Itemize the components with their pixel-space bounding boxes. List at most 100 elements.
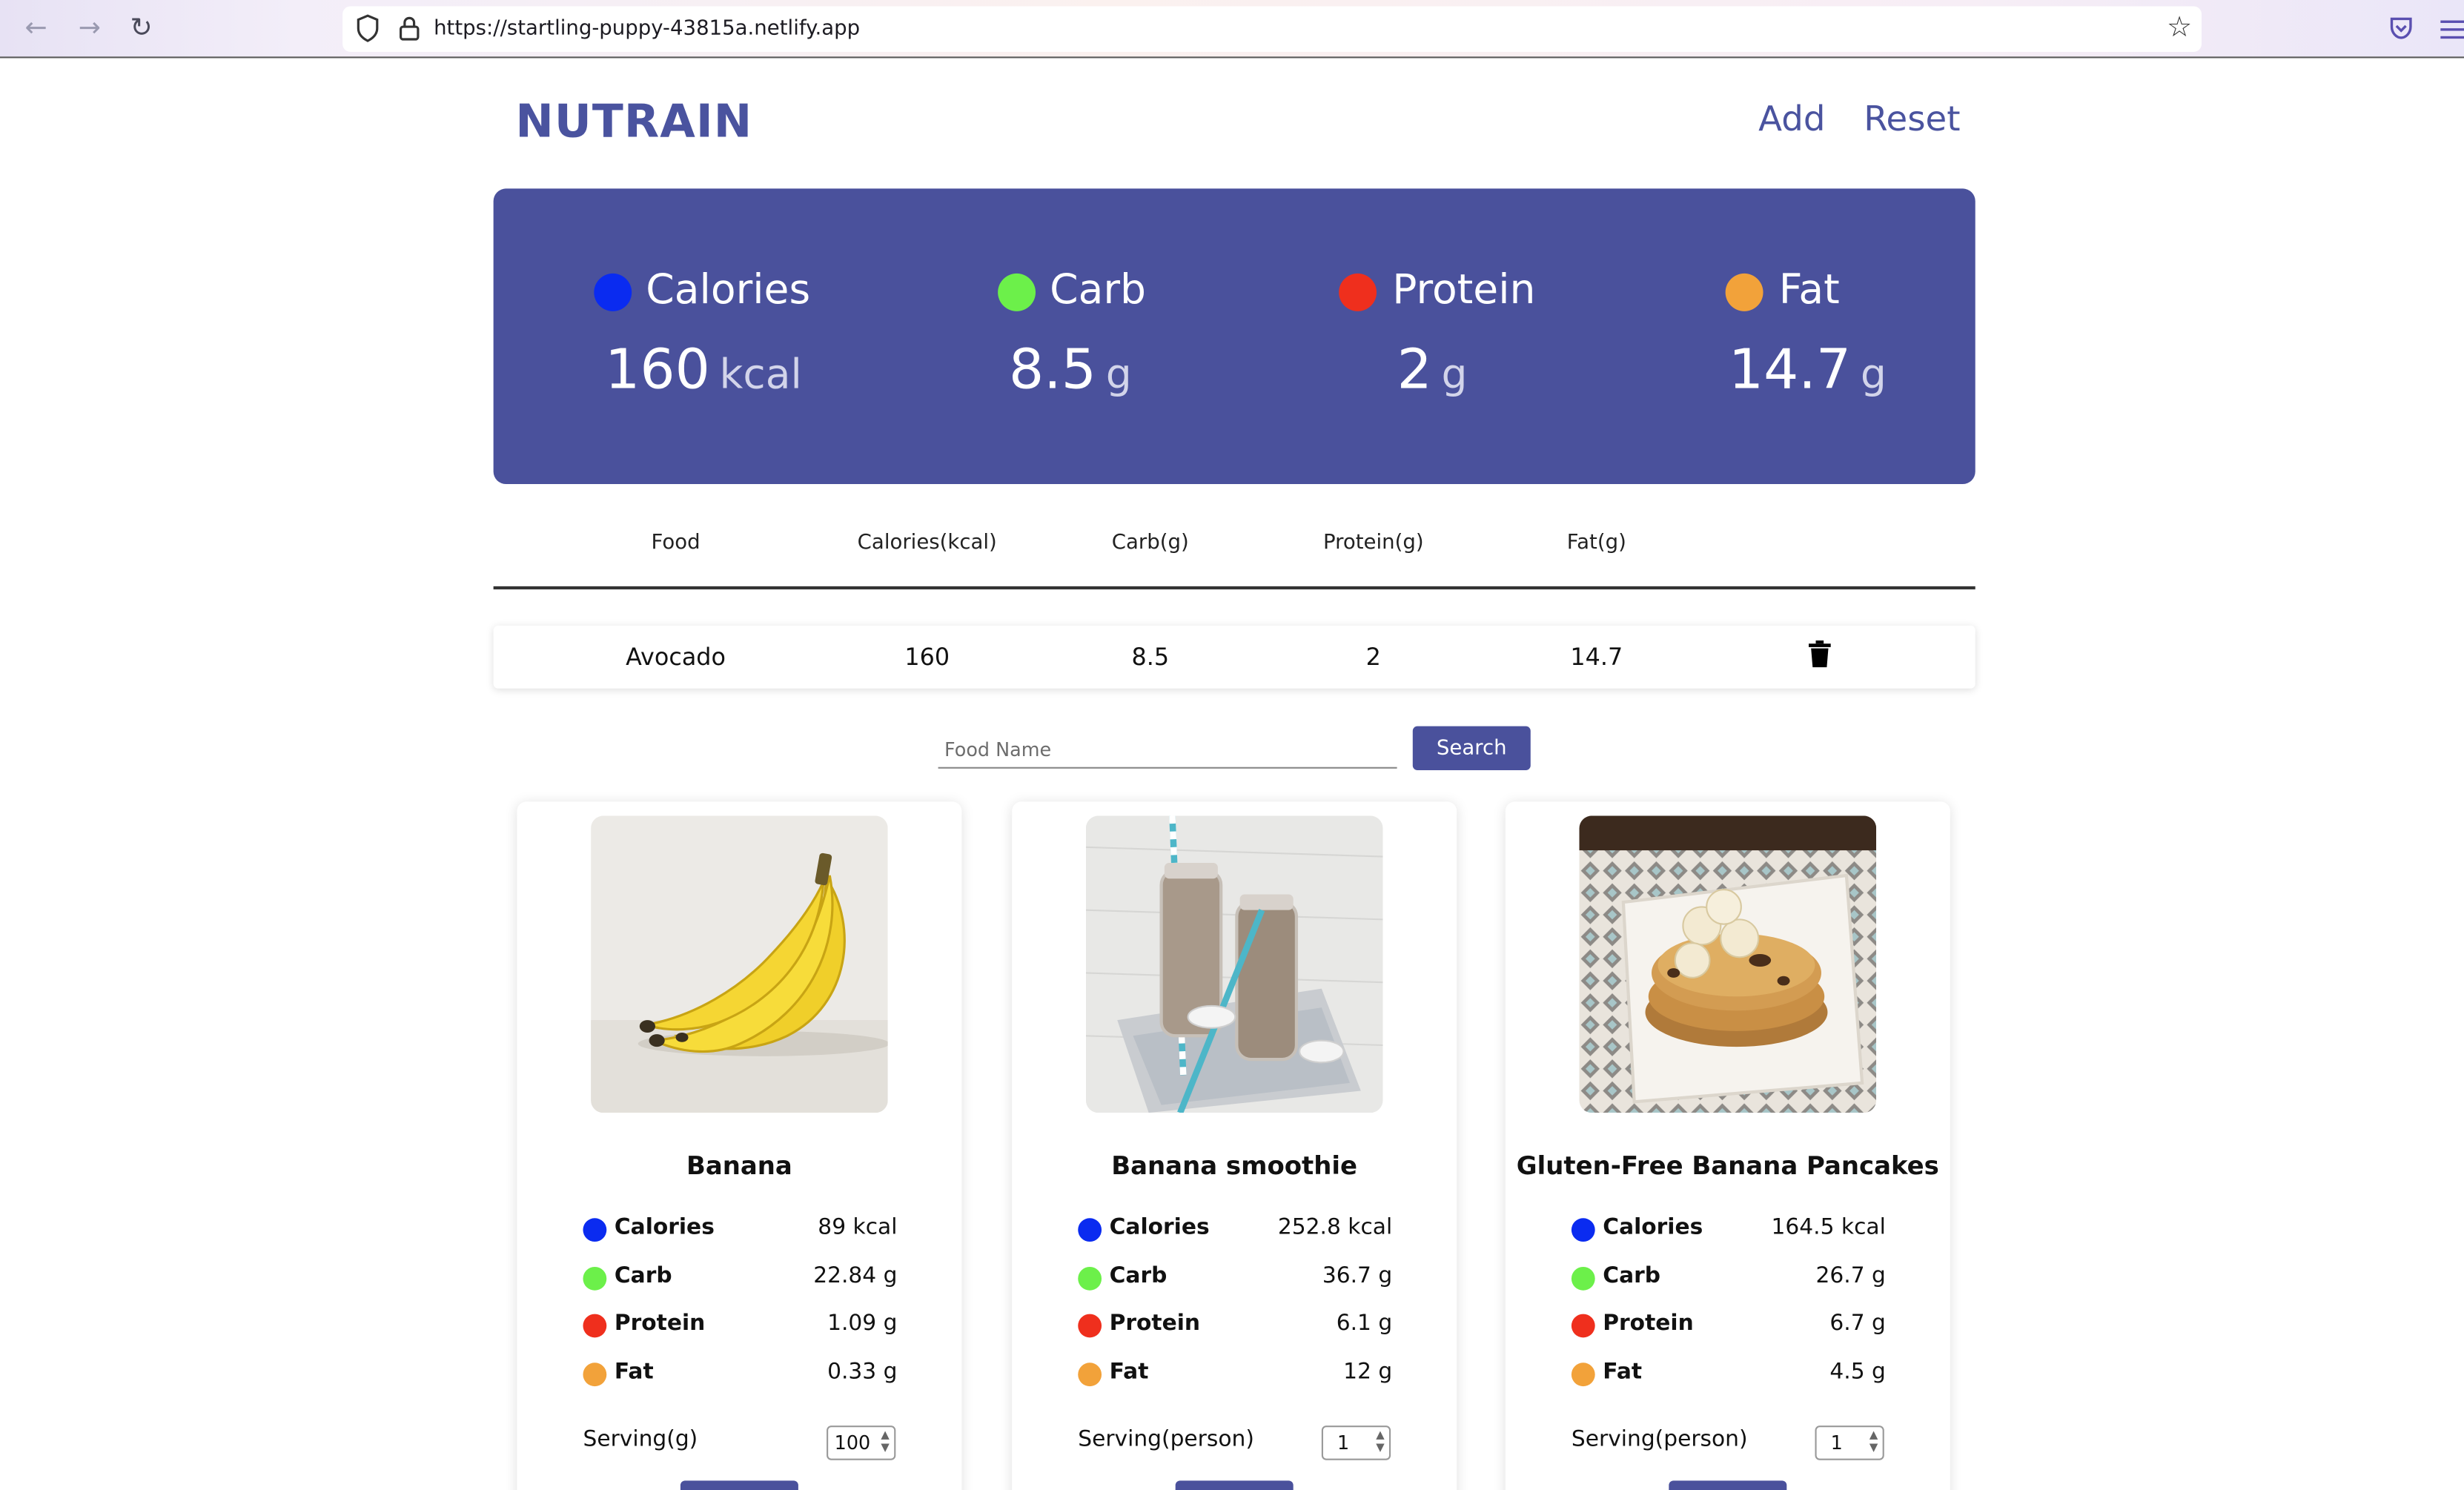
carb-dot-icon xyxy=(1078,1266,1102,1291)
add-food-button[interactable] xyxy=(1669,1480,1787,1490)
serving-value[interactable]: 100 xyxy=(835,1432,871,1454)
nutrient-label: Calories xyxy=(1603,1214,1703,1240)
food-image-smoothie xyxy=(1085,815,1383,1113)
cell-protein: 2 xyxy=(1365,643,1381,672)
page: ← → ↻ https://startling-puppy-43815a.net… xyxy=(0,0,2464,1490)
add-food-button[interactable] xyxy=(1175,1480,1294,1490)
summary-number: 14.7 xyxy=(1728,339,1852,403)
nutrient-row-carb: Carb 26.7 g xyxy=(1571,1262,1886,1294)
back-arrow-icon[interactable]: ← xyxy=(21,13,52,44)
brand-logo[interactable]: NUTRAIN xyxy=(515,94,752,148)
summary-label: Calories xyxy=(646,267,811,315)
add-food-button[interactable] xyxy=(680,1480,798,1490)
calories-dot-icon xyxy=(583,1218,607,1242)
nutrient-label: Fat xyxy=(1109,1360,1149,1385)
nutrient-row-calories: Calories 164.5 kcal xyxy=(1571,1213,1886,1245)
bookmark-star-icon[interactable]: ☆ xyxy=(2167,11,2192,44)
cell-calories: 160 xyxy=(904,643,950,672)
nutrient-row-carb: Carb 36.7 g xyxy=(1078,1262,1392,1294)
summary-label: Protein xyxy=(1392,267,1536,315)
nutrient-row-calories: Calories 89 kcal xyxy=(583,1213,897,1245)
serving-label: Serving(g) xyxy=(583,1427,698,1453)
column-header-carb: Carb(g) xyxy=(1111,531,1189,555)
summary-unit: g xyxy=(1860,351,1887,400)
nutrient-row-protein: Protein 1.09 g xyxy=(583,1309,897,1340)
nutrient-row-protein: Protein 6.1 g xyxy=(1078,1309,1392,1340)
protein-dot-icon xyxy=(583,1314,607,1338)
reset-link[interactable]: Reset xyxy=(1864,101,1960,140)
nutrient-value: 89 kcal xyxy=(818,1214,898,1240)
nutrient-value: 164.5 kcal xyxy=(1771,1214,1886,1240)
summary-unit: g xyxy=(1441,351,1468,400)
nutrient-row-fat: Fat 12 g xyxy=(1078,1358,1392,1389)
add-link[interactable]: Add xyxy=(1758,101,1825,140)
serving-label: Serving(person) xyxy=(1571,1427,1748,1453)
summary-number: 160 xyxy=(605,339,710,403)
cell-carb: 8.5 xyxy=(1131,643,1170,672)
pocket-icon[interactable] xyxy=(2387,14,2415,42)
nutrient-label: Fat xyxy=(1603,1360,1643,1385)
nutrient-label: Calories xyxy=(1109,1214,1210,1240)
food-card-banana-smoothie: Banana smoothie Calories 252.8 kcal Carb… xyxy=(1012,801,1457,1490)
serving-label: Serving(person) xyxy=(1078,1427,1254,1453)
fat-dot-icon xyxy=(583,1362,607,1387)
nutrient-label: Protein xyxy=(614,1311,706,1337)
table-divider xyxy=(493,586,1975,590)
food-name-input[interactable] xyxy=(938,730,1397,769)
serving-stepper[interactable]: 100 ▲ ▼ xyxy=(827,1426,896,1460)
stepper-arrows-icon[interactable]: ▲ ▼ xyxy=(1376,1428,1384,1454)
summary-unit: g xyxy=(1105,351,1132,400)
nutrient-value: 6.1 g xyxy=(1336,1311,1393,1337)
nutrient-label: Fat xyxy=(614,1360,654,1385)
carb-dot-icon xyxy=(1571,1266,1595,1291)
address-bar[interactable]: https://startling-puppy-43815a.netlify.a… xyxy=(342,6,2202,52)
column-header-food: Food xyxy=(651,531,701,555)
summary-value: 160 kcal xyxy=(605,340,802,403)
url-text[interactable]: https://startling-puppy-43815a.netlify.a… xyxy=(434,17,860,41)
summary-fat: Fat 14.7 g xyxy=(1725,188,2103,484)
protein-dot-icon xyxy=(1571,1314,1595,1338)
lock-icon[interactable] xyxy=(394,13,423,44)
forward-arrow-icon[interactable]: → xyxy=(74,13,105,44)
column-header-calories: Calories(kcal) xyxy=(857,531,997,555)
serving-stepper[interactable]: 1 ▲ ▼ xyxy=(1815,1426,1884,1460)
food-card-title: Gluten-Free Banana Pancakes xyxy=(1516,1150,1939,1181)
column-header-protein: Protein(g) xyxy=(1322,531,1424,555)
stepper-arrows-icon[interactable]: ▲ ▼ xyxy=(1869,1428,1878,1454)
serving-value[interactable]: 1 xyxy=(1337,1432,1349,1454)
summary-calories: Calories 160 kcal xyxy=(594,188,971,484)
nutrient-row-calories: Calories 252.8 kcal xyxy=(1078,1213,1392,1245)
browser-toolbar: ← → ↻ https://startling-puppy-43815a.net… xyxy=(0,0,2464,59)
summary-number: 2 xyxy=(1397,339,1432,403)
trash-icon[interactable] xyxy=(1807,640,1832,668)
nutrient-value: 36.7 g xyxy=(1322,1263,1393,1289)
fat-dot-icon xyxy=(1725,273,1763,311)
nutrient-label: Carb xyxy=(614,1263,672,1289)
food-image-banana xyxy=(591,815,888,1113)
nutrient-value: 0.33 g xyxy=(827,1360,898,1385)
stepper-arrows-icon[interactable]: ▲ ▼ xyxy=(881,1428,889,1454)
calories-dot-icon xyxy=(1078,1218,1102,1242)
nutrient-row-protein: Protein 6.7 g xyxy=(1571,1309,1886,1340)
fat-dot-icon xyxy=(1571,1362,1595,1387)
food-card-title: Banana xyxy=(686,1150,792,1181)
summary-protein: Protein 2g xyxy=(1339,188,1716,484)
nutrient-value: 252.8 kcal xyxy=(1277,1214,1393,1240)
nutrient-label: Protein xyxy=(1603,1311,1694,1337)
carb-dot-icon xyxy=(583,1266,607,1291)
serving-stepper[interactable]: 1 ▲ ▼ xyxy=(1321,1426,1391,1460)
nutrient-row-fat: Fat 0.33 g xyxy=(583,1358,897,1389)
shield-icon[interactable] xyxy=(354,13,382,44)
search-button[interactable]: Search xyxy=(1412,726,1531,770)
reload-icon[interactable]: ↻ xyxy=(126,13,157,44)
serving-value[interactable]: 1 xyxy=(1831,1432,1843,1454)
summary-carb: Carb 8.5 g xyxy=(998,188,1375,484)
column-header-fat: Fat(g) xyxy=(1566,531,1626,555)
calories-dot-icon xyxy=(594,273,632,311)
nutrient-row-carb: Carb 22.84 g xyxy=(583,1262,897,1294)
food-card-banana: Banana Calories 89 kcal Carb 22.84 g Pro… xyxy=(517,801,962,1490)
menu-icon[interactable] xyxy=(2440,13,2464,44)
nutrient-label: Carb xyxy=(1603,1263,1661,1289)
nutrient-label: Carb xyxy=(1109,1263,1168,1289)
cell-fat: 14.7 xyxy=(1570,643,1623,672)
